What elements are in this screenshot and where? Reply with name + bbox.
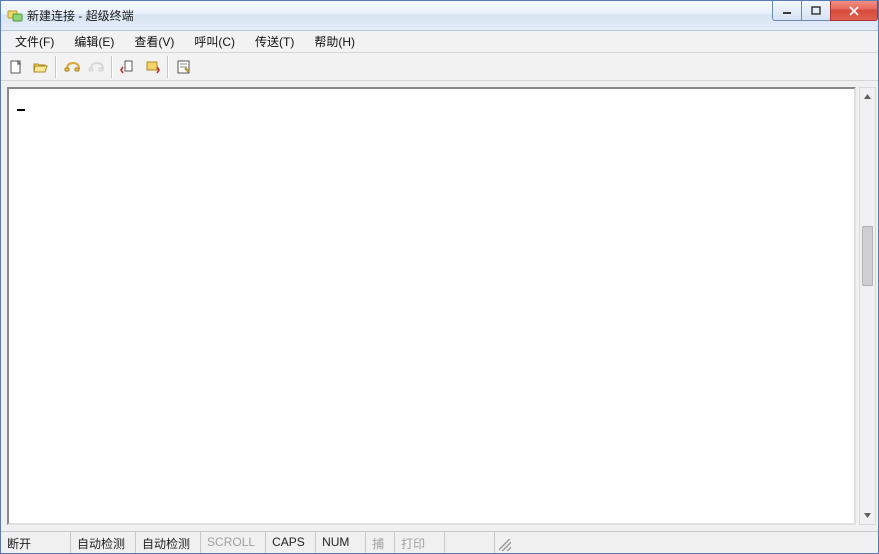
vertical-scrollbar[interactable] [859, 87, 876, 525]
menu-transfer[interactable]: 传送(T) [245, 31, 304, 52]
toolbar-separator [111, 56, 113, 78]
menu-help[interactable]: 帮助(H) [304, 31, 365, 52]
toolbar-receive[interactable] [141, 56, 163, 78]
window-controls [773, 1, 878, 21]
status-connection: 断开 [1, 532, 71, 553]
menu-file[interactable]: 文件(F) [5, 31, 64, 52]
toolbar-separator [167, 56, 169, 78]
status-print: 打印 [395, 532, 445, 553]
menu-view[interactable]: 查看(V) [124, 31, 184, 52]
minimize-icon [782, 6, 792, 16]
app-icon [7, 8, 23, 24]
minimize-button[interactable] [772, 1, 802, 21]
status-autodetect-1: 自动检测 [71, 532, 136, 553]
text-cursor [17, 109, 25, 111]
new-file-icon [8, 59, 24, 75]
chevron-down-icon [863, 511, 872, 520]
toolbar-properties[interactable] [173, 56, 195, 78]
toolbar-disconnect[interactable] [85, 56, 107, 78]
resize-grip[interactable] [495, 532, 513, 553]
open-folder-icon [32, 59, 48, 75]
status-autodetect-2: 自动检测 [136, 532, 201, 553]
status-filler [445, 532, 495, 553]
toolbar-open[interactable] [29, 56, 51, 78]
terminal-frame [7, 87, 856, 525]
status-num: NUM [316, 532, 366, 553]
send-file-icon [120, 59, 136, 75]
toolbar-separator [55, 56, 57, 78]
toolbar [1, 53, 878, 81]
scroll-up-arrow[interactable] [860, 88, 875, 105]
client-area [1, 81, 878, 531]
close-icon [848, 6, 860, 16]
toolbar-new[interactable] [5, 56, 27, 78]
scrollbar-thumb[interactable] [862, 226, 873, 286]
menu-edit[interactable]: 编辑(E) [64, 31, 124, 52]
scroll-down-arrow[interactable] [860, 507, 875, 524]
maximize-icon [811, 6, 821, 16]
receive-file-icon [144, 59, 160, 75]
menu-call[interactable]: 呼叫(C) [184, 31, 245, 52]
terminal-output[interactable] [9, 89, 854, 523]
toolbar-connect[interactable] [61, 56, 83, 78]
status-caps: CAPS [266, 532, 316, 553]
status-scroll: SCROLL [201, 532, 266, 553]
scrollbar-track[interactable] [860, 105, 875, 507]
menu-bar: 文件(F) 编辑(E) 查看(V) 呼叫(C) 传送(T) 帮助(H) [1, 31, 878, 53]
status-capture: 捕 [366, 532, 395, 553]
chevron-up-icon [863, 92, 872, 101]
toolbar-send[interactable] [117, 56, 139, 78]
maximize-button[interactable] [801, 1, 831, 21]
app-window: 新建连接 - 超级终端 文件(F) 编辑(E) 查看(V) 呼叫(C) 传送(T… [0, 0, 879, 554]
status-bar: 断开 自动检测 自动检测 SCROLL CAPS NUM 捕 打印 [1, 531, 878, 553]
phone-connect-icon [64, 59, 80, 75]
properties-icon [176, 59, 192, 75]
window-title: 新建连接 - 超级终端 [27, 7, 773, 24]
close-button[interactable] [830, 1, 878, 21]
phone-disconnect-icon [88, 59, 104, 75]
title-bar[interactable]: 新建连接 - 超级终端 [1, 1, 878, 31]
